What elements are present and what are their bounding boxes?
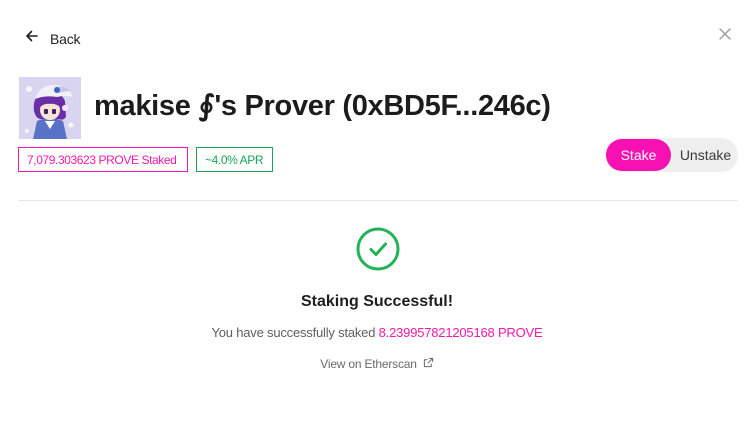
back-label: Back — [50, 30, 81, 47]
back-button[interactable]: Back — [24, 28, 81, 49]
divider — [18, 200, 738, 201]
etherscan-row: View on Etherscan — [0, 357, 754, 371]
staked-badge: 7,079.303623 PROVE Staked — [18, 147, 188, 172]
check-circle-icon — [356, 227, 400, 271]
stake-unstake-toggle: Stake Unstake — [605, 138, 738, 172]
apr-badge: ~4.0% APR — [196, 147, 273, 172]
success-title: Staking Successful! — [300, 293, 454, 310]
success-message-prefix: You have successfully staked — [211, 325, 379, 340]
unstake-tab[interactable]: Unstake — [673, 139, 738, 171]
arrow-left-icon — [24, 28, 40, 49]
success-message: You have successfully staked 8.239957821… — [0, 325, 754, 340]
external-link-icon — [423, 357, 434, 371]
close-icon[interactable] — [716, 25, 734, 43]
staked-amount: 8.239957821205168 PROVE — [378, 325, 543, 340]
stake-tab[interactable]: Stake — [606, 139, 671, 171]
prover-avatar — [19, 77, 81, 139]
etherscan-link[interactable]: View on Etherscan — [320, 357, 433, 371]
prover-title: makise ∮'s Prover (0xBD5F...246c) — [94, 90, 551, 122]
etherscan-label: View on Etherscan — [320, 357, 417, 371]
